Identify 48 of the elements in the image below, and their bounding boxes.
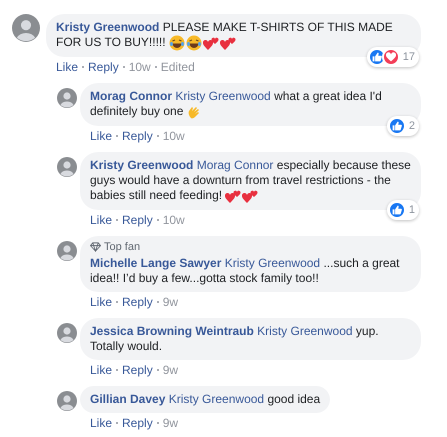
like-link[interactable]: Like bbox=[90, 212, 112, 228]
top-fan-label: Top fan bbox=[104, 240, 140, 254]
reply-link[interactable]: Reply bbox=[122, 128, 153, 144]
mention-link[interactable]: Kristy Greenwood bbox=[168, 392, 264, 406]
diamond-icon bbox=[90, 242, 101, 252]
reply-link[interactable]: Reply bbox=[122, 294, 153, 310]
like-link[interactable]: Like bbox=[90, 128, 112, 144]
hearts-icon bbox=[242, 188, 258, 204]
author-link[interactable]: Morag Connor bbox=[90, 89, 172, 103]
laughing-face-icon bbox=[186, 35, 202, 51]
author-link[interactable]: Jessica Browning Weintraub bbox=[90, 324, 254, 338]
like-reaction-icon bbox=[388, 117, 406, 135]
like-reaction-icon bbox=[368, 48, 386, 66]
mention-link[interactable]: Kristy Greenwood bbox=[224, 256, 320, 270]
hearts-icon bbox=[220, 35, 236, 51]
mention-link[interactable]: Kristy Greenwood bbox=[257, 324, 353, 338]
comment-text: Morag Connor Kristy Greenwood what a great idea I'd definitely buy one bbox=[90, 89, 383, 120]
avatar[interactable] bbox=[57, 391, 77, 411]
like-link[interactable]: Like bbox=[90, 415, 112, 431]
reaction-count: 2 bbox=[408, 118, 415, 134]
laughing-face-icon bbox=[168, 35, 185, 51]
reaction-count: 17 bbox=[402, 50, 415, 65]
reply-link[interactable]: Reply bbox=[122, 212, 153, 228]
avatar[interactable] bbox=[57, 88, 77, 108]
hearts-icon bbox=[202, 35, 219, 51]
like-link[interactable]: Like bbox=[90, 362, 112, 378]
like-reaction-icon bbox=[388, 201, 406, 219]
author-link[interactable]: Kristy Greenwood bbox=[56, 20, 160, 34]
avatar[interactable] bbox=[12, 14, 40, 42]
comment-text: Gillian Davey Kristy Greenwood good idea bbox=[90, 392, 320, 407]
like-link[interactable]: Like bbox=[56, 59, 78, 75]
comment-text: Michelle Lange Sawyer Kristy Greenwood ...such a great idea!! I’d buy a few...gotta stock family too!! bbox=[90, 256, 400, 286]
comment-text: Jessica Browning Weintraub Kristy Greenwood yup. Totally would. bbox=[90, 324, 380, 354]
author-link[interactable]: Michelle Lange Sawyer bbox=[90, 256, 222, 270]
reply-link[interactable]: Reply bbox=[122, 415, 153, 431]
like-link[interactable]: Like bbox=[90, 294, 112, 310]
hearts-icon bbox=[225, 188, 242, 204]
reaction-count: 1 bbox=[408, 202, 415, 218]
mention-link[interactable]: Kristy Greenwood bbox=[175, 89, 271, 103]
avatar[interactable] bbox=[57, 157, 77, 177]
reply-link[interactable]: Reply bbox=[88, 59, 119, 75]
reply-link[interactable]: Reply bbox=[122, 362, 153, 378]
author-link[interactable]: Gillian Davey bbox=[90, 392, 166, 406]
avatar[interactable] bbox=[57, 323, 77, 343]
author-link[interactable]: Kristy Greenwood bbox=[90, 158, 194, 172]
avatar[interactable] bbox=[57, 241, 77, 261]
heart-reaction-icon bbox=[382, 48, 400, 66]
mention-link[interactable]: Morag Connor bbox=[196, 158, 274, 172]
